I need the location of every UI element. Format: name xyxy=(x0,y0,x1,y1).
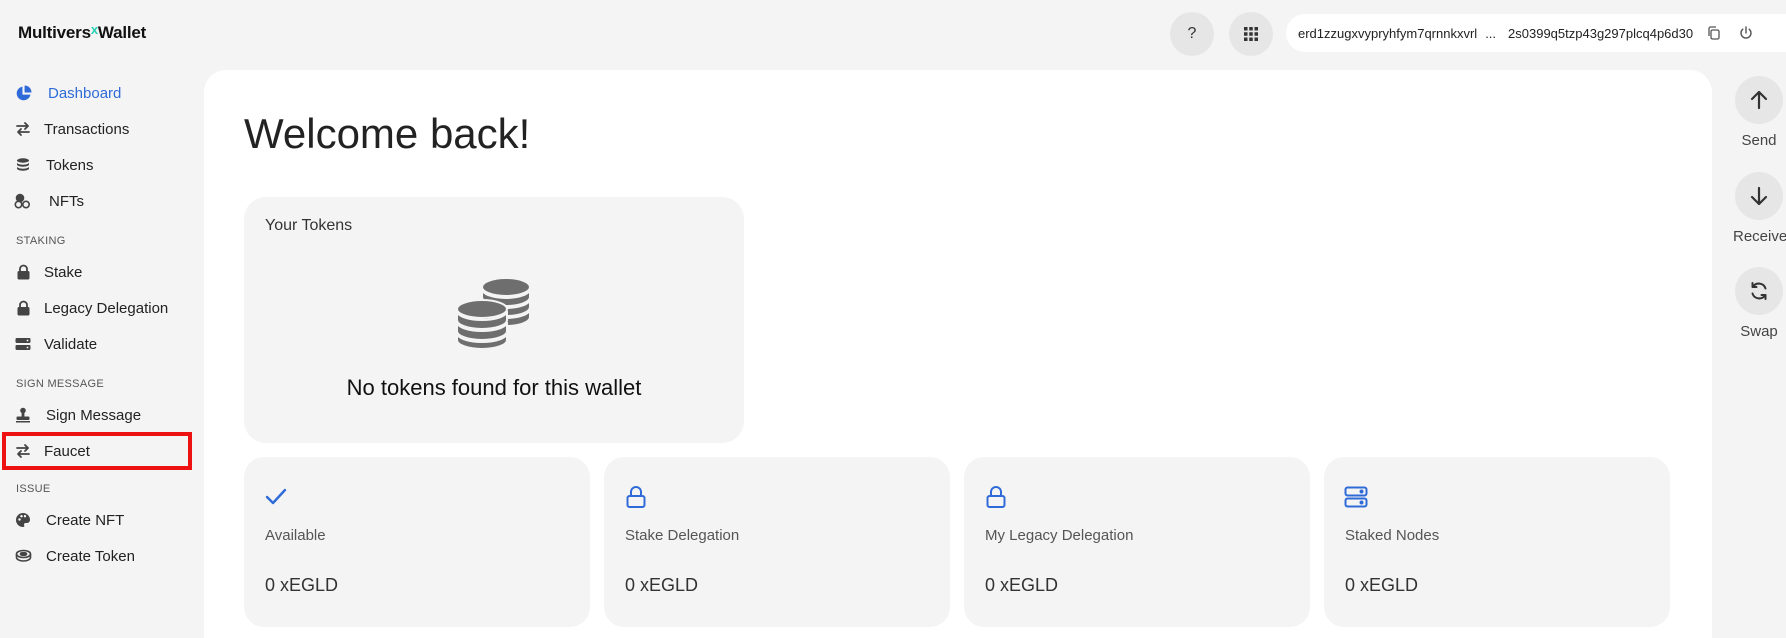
tokens-card: Your Tokens No tokens found for this wal… xyxy=(244,197,744,443)
logo-text-2: Wallet xyxy=(97,23,147,42)
arrow-up-icon xyxy=(1750,90,1768,110)
logo-text-1: Multivers xyxy=(18,23,91,42)
logout-icon[interactable] xyxy=(1739,26,1753,40)
sidebar-item-label: Tokens xyxy=(46,156,94,174)
wallet-address-bar: erd1zzugxvypryhfym7qrnnkxvrl ... 2s0399q… xyxy=(1286,14,1786,52)
stat-label: Stake Delegation xyxy=(625,527,740,544)
stat-value: 0 xEGLD xyxy=(265,575,339,595)
pie-chart-icon xyxy=(14,84,32,102)
tokens-card-title: Your Tokens xyxy=(265,217,353,234)
swap-label: Swap xyxy=(1740,323,1778,340)
sidebar-item-label: Create NFT xyxy=(46,511,125,529)
sidebar-item-label: Stake xyxy=(44,263,83,281)
grid-icon xyxy=(1244,27,1258,41)
lock-icon xyxy=(626,486,646,508)
stat-card-available: Available 0 xEGLD xyxy=(244,457,590,627)
arrows-swap-icon xyxy=(14,120,32,138)
stat-card-stake-delegation: Stake Delegation 0 xEGLD xyxy=(604,457,950,627)
main-panel: Welcome back! Your Tokens No tokens foun… xyxy=(204,70,1712,638)
server-icon xyxy=(1344,486,1368,508)
sidebar-item-tokens[interactable]: Tokens xyxy=(14,151,94,179)
lock-icon xyxy=(986,486,1006,508)
sidebar-item-dashboard[interactable]: Dashboard xyxy=(14,79,121,107)
stat-value: 0 xEGLD xyxy=(1345,575,1419,595)
logo[interactable]: MultiversxWallet xyxy=(18,22,146,43)
sidebar-item-label: Transactions xyxy=(44,120,130,138)
app-root: MultiversxWallet ? erd1zzugxvypryhfym7qr… xyxy=(0,0,1786,638)
sidebar-item-label: Validate xyxy=(44,335,98,353)
coins-icon xyxy=(14,156,32,174)
section-label-staking: STAKING xyxy=(16,235,66,247)
send-button[interactable]: Send xyxy=(1733,76,1785,149)
server-icon xyxy=(14,335,32,353)
section-label-issue: ISSUE xyxy=(16,483,51,495)
stat-label: Available xyxy=(265,527,326,544)
sidebar-item-stake[interactable]: Stake xyxy=(14,258,82,286)
send-circle xyxy=(1735,76,1783,124)
send-label: Send xyxy=(1741,132,1777,149)
help-button[interactable]: ? xyxy=(1170,12,1214,56)
stat-value: 0 xEGLD xyxy=(625,575,699,595)
sidebar-item-sign-message[interactable]: Sign Message xyxy=(14,401,141,429)
stat-card-legacy-delegation: My Legacy Delegation 0 xEGLD xyxy=(964,457,1310,627)
coins-icon xyxy=(456,277,531,349)
sidebar-item-label: NFTs xyxy=(49,192,84,210)
refresh-icon xyxy=(1751,282,1767,300)
address-start: erd1zzugxvypryhfym7qrnnkxvrl xyxy=(1298,25,1478,41)
swap-circle xyxy=(1735,267,1783,315)
sidebar-item-create-nft[interactable]: Create NFT xyxy=(14,506,124,534)
receive-circle xyxy=(1735,172,1783,220)
stat-value: 0 xEGLD xyxy=(985,575,1059,595)
check-icon xyxy=(265,488,287,505)
sidebar-item-legacy-delegation[interactable]: Legacy Delegation xyxy=(14,294,168,322)
stat-label: My Legacy Delegation xyxy=(985,527,1134,544)
address-ellipsis: ... xyxy=(1485,25,1497,41)
palette-icon xyxy=(14,511,32,529)
receive-label: Receive xyxy=(1733,228,1786,245)
copy-icon[interactable] xyxy=(1707,26,1721,40)
receive-button[interactable]: Receive xyxy=(1733,172,1786,245)
stamp-icon xyxy=(14,406,32,424)
section-label-sign-message: SIGN MESSAGE xyxy=(16,378,104,390)
highlight-annotation xyxy=(2,432,192,470)
apps-button[interactable] xyxy=(1229,12,1273,56)
sidebar-item-transactions[interactable]: Transactions xyxy=(14,115,129,143)
sidebar-item-label: Dashboard xyxy=(48,84,122,102)
sidebar-item-label: Sign Message xyxy=(46,406,142,424)
sidebar-item-validate[interactable]: Validate xyxy=(14,330,97,358)
empty-tokens-message: No tokens found for this wallet xyxy=(346,375,642,400)
address-end: 2s0399q5tzp43g297plcq4p6d30 xyxy=(1508,25,1694,41)
help-icon: ? xyxy=(1187,25,1197,42)
coin-icon xyxy=(14,547,32,565)
sidebar-item-label: Create Token xyxy=(46,547,135,565)
lock-icon xyxy=(14,299,32,317)
logo-x: x xyxy=(90,22,98,37)
swap-button[interactable]: Swap xyxy=(1733,267,1785,340)
stat-card-staked-nodes: Staked Nodes 0 xEGLD xyxy=(1324,457,1670,627)
sidebar-item-label: Legacy Delegation xyxy=(44,299,169,317)
sidebar-item-create-token[interactable]: Create Token xyxy=(14,542,135,570)
arrow-down-icon xyxy=(1750,186,1768,206)
page-title: Welcome back! xyxy=(244,110,531,157)
sidebar-item-nfts[interactable]: NFTs xyxy=(14,187,84,215)
cubes-icon xyxy=(14,192,32,210)
lock-icon xyxy=(14,263,32,281)
stat-label: Staked Nodes xyxy=(1345,527,1440,544)
